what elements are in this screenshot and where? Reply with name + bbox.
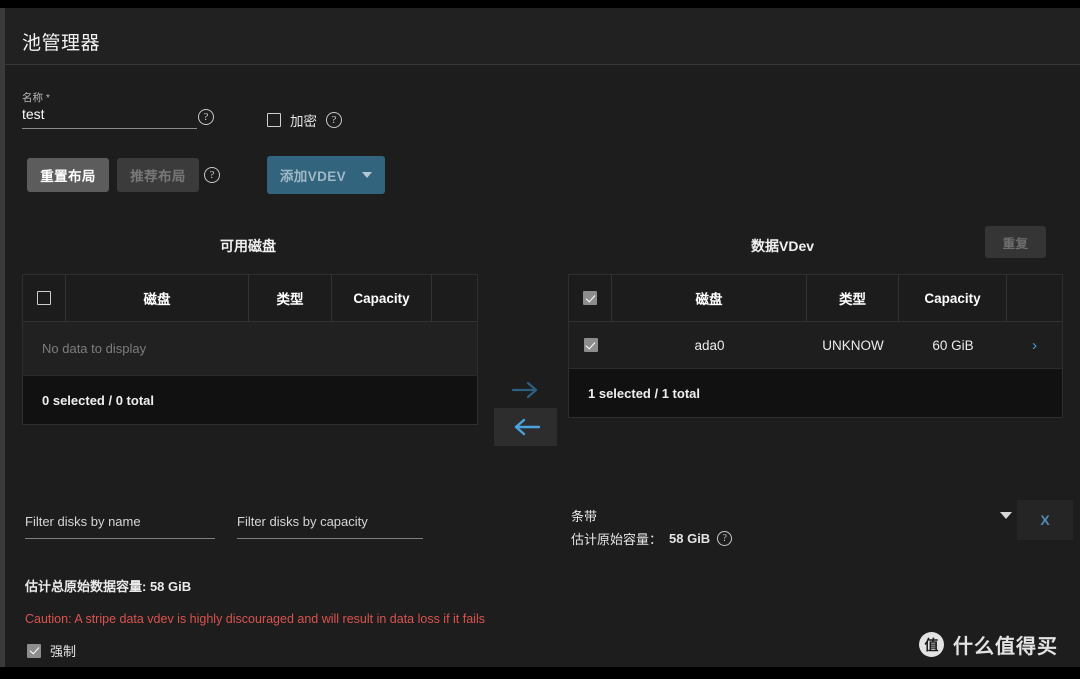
watermark-logo-icon: 值	[919, 632, 944, 657]
estimated-raw-label: 估计原始容量：	[571, 532, 663, 547]
add-vdev-label: 添加VDEV	[279, 169, 347, 184]
question-mark-circle-icon[interactable]: ?	[204, 167, 220, 183]
arrow-right-icon	[511, 381, 537, 399]
filter-disks-by-capacity-input[interactable]: Filter disks by capacity	[237, 514, 423, 546]
watermark: 值 什么值得买	[919, 630, 1058, 659]
remove-vdev-button[interactable]: X	[1017, 500, 1073, 540]
data-vdev-footer: 1 selected / 1 total	[569, 369, 1062, 417]
available-disks-title: 可用磁盘	[220, 238, 276, 254]
data-vdev-title: 数据VDev	[751, 238, 815, 254]
column-header-type[interactable]: 类型	[249, 275, 332, 321]
row-checkbox[interactable]	[583, 338, 598, 352]
select-all-checkbox[interactable]	[37, 291, 51, 305]
select-all-checkbox[interactable]	[583, 291, 597, 305]
row-expand-cell[interactable]: ›	[1007, 322, 1062, 368]
estimated-raw-value: 58 GiB	[669, 531, 711, 546]
encryption-checkbox[interactable]	[267, 113, 281, 127]
move-to-available-button[interactable]	[494, 408, 557, 446]
top-black-band	[0, 0, 1080, 8]
page-body: 名称 * test ? 加密 ? 重置布局 推荐布局 ? 添加VDEV 可用磁盘…	[5, 66, 1080, 679]
column-header-actions	[1007, 275, 1062, 321]
force-checkbox-row[interactable]: 强制	[27, 641, 76, 660]
filter-name-underline	[25, 538, 215, 539]
reset-layout-button[interactable]: 重置布局	[27, 158, 109, 192]
window-header: 池管理器	[5, 8, 1080, 65]
question-mark-circle-icon[interactable]: ?	[717, 531, 733, 546]
bottom-black-band	[0, 667, 1080, 679]
data-vdev-table: 磁盘 类型 Capacity ada0 UNKNOW 60 GiB › 1 se…	[568, 274, 1063, 418]
page-title: 池管理器	[22, 33, 101, 54]
caution-message: Caution: A stripe data vdev is highly di…	[25, 612, 485, 626]
total-raw-capacity-text: 估计总原始数据容量: 58 GiB	[25, 579, 192, 594]
filter-capacity-placeholder: Filter disks by capacity	[237, 514, 368, 529]
column-header-type[interactable]: 类型	[807, 275, 899, 321]
pool-name-input[interactable]: test	[22, 106, 45, 122]
column-header-disk[interactable]: 磁盘	[612, 275, 807, 321]
row-checkbox-cell[interactable]	[569, 322, 612, 368]
filter-name-placeholder: Filter disks by name	[25, 514, 141, 529]
data-vdev-table-header: 磁盘 类型 Capacity	[569, 275, 1062, 322]
column-header-capacity[interactable]: Capacity	[899, 275, 1007, 321]
pool-name-underline	[22, 128, 197, 129]
empty-state-message: No data to display	[23, 322, 477, 376]
available-disks-table: 磁盘 类型 Capacity No data to display 0 sele…	[22, 274, 478, 425]
caret-down-icon[interactable]	[1000, 512, 1012, 519]
encryption-label: 加密	[290, 114, 317, 129]
caret-down-icon	[362, 172, 373, 178]
filter-disks-by-name-input[interactable]: Filter disks by name	[25, 514, 215, 546]
cell-capacity: 60 GiB	[932, 337, 974, 353]
cell-disk: ada0	[694, 337, 725, 353]
column-header-capacity[interactable]: Capacity	[332, 275, 432, 321]
force-label: 强制	[50, 644, 77, 659]
question-mark-circle-icon[interactable]: ?	[198, 109, 214, 125]
pool-manager-window: 池管理器 名称 * test ? 加密 ? 重置布局 推荐布局 ? 添加VDEV…	[0, 0, 1080, 679]
repeat-button[interactable]: 重复	[985, 226, 1046, 258]
force-checkbox[interactable]	[27, 643, 41, 658]
pool-name-label: 名称 *	[22, 92, 51, 104]
chevron-right-icon[interactable]: ›	[1032, 337, 1037, 354]
available-disks-table-header: 磁盘 类型 Capacity	[23, 275, 477, 322]
arrow-left-icon	[514, 418, 540, 436]
suggest-layout-button[interactable]: 推荐布局	[117, 158, 199, 192]
add-vdev-button[interactable]: 添加VDEV	[267, 156, 385, 194]
select-all-header-cell[interactable]	[23, 275, 66, 321]
vdev-layout-select[interactable]: 条带	[571, 506, 597, 525]
available-disks-footer: 0 selected / 0 total	[23, 376, 477, 424]
select-all-header-cell[interactable]	[569, 275, 612, 321]
vdev-estimated-raw-capacity: 估计原始容量： 58 GiB ?	[571, 529, 733, 548]
encryption-checkbox-row[interactable]: 加密 ?	[267, 110, 342, 130]
column-header-disk[interactable]: 磁盘	[66, 275, 249, 321]
move-to-vdev-button[interactable]	[494, 371, 557, 409]
watermark-text: 什么值得买	[953, 636, 1058, 658]
column-header-actions	[432, 275, 477, 321]
table-row[interactable]: ada0 UNKNOW 60 GiB ›	[569, 322, 1062, 369]
cell-type: UNKNOW	[822, 337, 884, 353]
filter-capacity-underline	[237, 538, 423, 539]
question-mark-circle-icon[interactable]: ?	[326, 112, 342, 128]
